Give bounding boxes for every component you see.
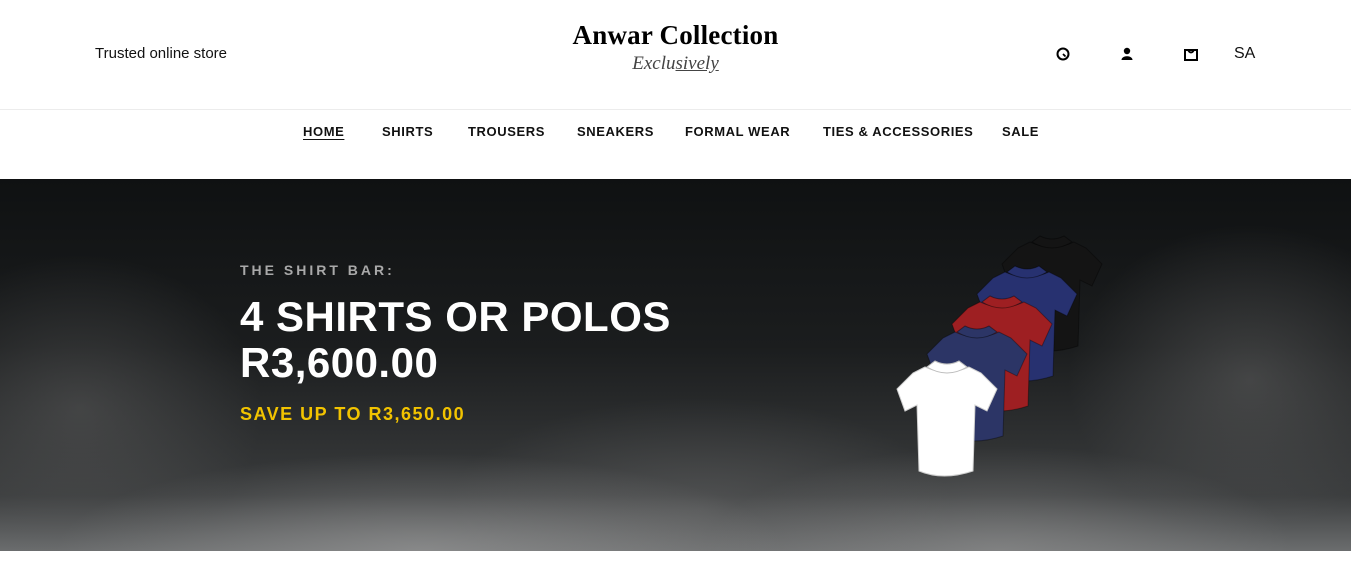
- nav-item-sneakers[interactable]: SNEAKERS: [577, 124, 654, 139]
- brand-name: Anwar Collection: [572, 20, 779, 50]
- nav-item-trousers[interactable]: TROUSERS: [468, 124, 545, 139]
- nav-item-formal-wear[interactable]: FORMAL WEAR: [685, 124, 790, 139]
- nav-item-home[interactable]: HOME: [303, 124, 344, 139]
- hero-kicker: THE SHIRT BAR:: [240, 262, 395, 278]
- brand-subtitle-underlined: sively: [675, 53, 719, 74]
- brand-subtitle-prefix: Exclu: [632, 53, 676, 74]
- nav-item-shirts[interactable]: SHIRTS: [382, 124, 433, 139]
- hero-price: R3,600.00: [240, 339, 439, 386]
- search-icon[interactable]: [1054, 45, 1072, 63]
- main-nav: HOME SHIRTS TROUSERS SNEAKERS FORMAL WEA…: [0, 110, 1351, 179]
- polo-shirts-image: [896, 235, 1103, 477]
- brand-subtitle: Exclusively: [0, 53, 1351, 75]
- site-header: Trusted online store Anwar Collection Ex…: [0, 0, 1351, 110]
- hero-savings: SAVE UP TO R3,650.00: [240, 404, 466, 424]
- currency-selector[interactable]: SA: [1234, 45, 1255, 63]
- hero-title: 4 SHIRTS OR POLOS: [240, 293, 671, 340]
- cart-icon[interactable]: [1182, 45, 1200, 63]
- account-icon[interactable]: [1118, 45, 1136, 63]
- nav-item-ties-accessories[interactable]: TIES & ACCESSORIES: [823, 124, 973, 139]
- nav-item-sale[interactable]: SALE: [1002, 124, 1039, 139]
- brand-logo[interactable]: Anwar Collection Exclusively: [0, 20, 1351, 75]
- hero-banner[interactable]: THE SHIRT BAR: 4 SHIRTS OR POLOS R3,600.…: [0, 179, 1351, 551]
